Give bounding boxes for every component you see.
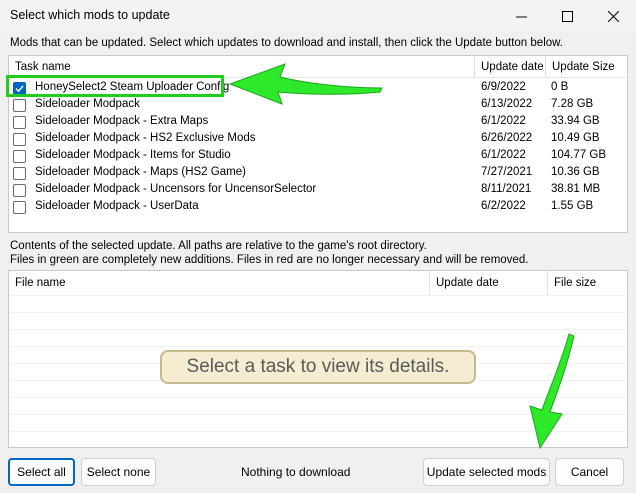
task-row[interactable]: Sideloader Modpack - Maps (HS2 Game) 7/2… <box>9 165 627 182</box>
task-name: Sideloader Modpack <box>35 98 140 110</box>
task-checkbox[interactable] <box>13 99 26 112</box>
task-checkbox[interactable] <box>13 184 26 197</box>
task-size: 10.36 GB <box>551 166 600 178</box>
task-size: 7.28 GB <box>551 98 594 110</box>
task-row[interactable]: Sideloader Modpack - Extra Maps 6/1/2022… <box>9 114 627 131</box>
divider <box>9 295 627 296</box>
details-text-line1: Contents of the selected update. All pat… <box>10 240 427 252</box>
task-row[interactable]: Sideloader Modpack - Uncensors for Uncen… <box>9 182 627 199</box>
task-row[interactable]: Sideloader Modpack 6/13/2022 7.28 GB <box>9 97 627 114</box>
minimize-button[interactable] <box>498 0 544 32</box>
task-size: 1.55 GB <box>551 200 594 212</box>
cancel-button[interactable]: Cancel <box>555 458 624 486</box>
divider <box>9 329 627 330</box>
divider <box>9 397 627 398</box>
maximize-button[interactable] <box>544 0 590 32</box>
select-none-button[interactable]: Select none <box>81 458 156 486</box>
intro-text: Mods that can be updated. Select which u… <box>10 37 564 49</box>
task-name: Sideloader Modpack - UserData <box>35 200 199 212</box>
divider <box>9 312 627 313</box>
task-checkbox[interactable] <box>13 167 26 180</box>
close-icon <box>607 10 619 22</box>
divider <box>9 346 627 347</box>
status-text: Nothing to download <box>241 465 351 479</box>
task-row[interactable]: Sideloader Modpack - UserData 6/2/2022 1… <box>9 199 627 216</box>
column-header-file-update-date[interactable]: Update date <box>429 271 547 295</box>
task-name: Sideloader Modpack - Uncensors for Uncen… <box>35 183 317 195</box>
task-row[interactable]: Sideloader Modpack - HS2 Exclusive Mods … <box>9 131 627 148</box>
task-name: Sideloader Modpack - Items for Studio <box>35 149 231 161</box>
task-date: 6/13/2022 <box>481 98 533 110</box>
task-checkbox[interactable] <box>13 201 26 214</box>
annotation-highlight-box <box>6 75 224 97</box>
task-date: 7/27/2021 <box>481 166 533 178</box>
task-date: 6/1/2022 <box>481 149 526 161</box>
minimize-icon <box>515 16 527 17</box>
task-checkbox[interactable] <box>13 116 26 129</box>
update-selected-button[interactable]: Update selected mods <box>423 458 550 486</box>
task-date: 6/9/2022 <box>481 81 526 93</box>
task-size: 104.77 GB <box>551 149 606 161</box>
task-size: 33.94 GB <box>551 115 600 127</box>
task-date: 8/11/2021 <box>481 183 532 195</box>
task-date: 6/2/2022 <box>481 200 526 212</box>
column-header-file-size[interactable]: File size <box>547 271 627 295</box>
task-checkbox[interactable] <box>13 133 26 146</box>
task-name: Sideloader Modpack - Extra Maps <box>35 115 209 127</box>
task-size: 38.81 MB <box>551 183 601 195</box>
close-button[interactable] <box>590 0 636 32</box>
column-header-file-name[interactable]: File name <box>9 271 429 295</box>
empty-details-message: Select a task to view its details. <box>160 350 476 384</box>
column-header-update-date[interactable]: Update date <box>474 56 545 78</box>
task-row[interactable]: Sideloader Modpack - Items for Studio 6/… <box>9 148 627 165</box>
task-date: 6/26/2022 <box>481 132 533 144</box>
divider <box>9 431 627 432</box>
divider <box>9 414 627 415</box>
column-header-update-size[interactable]: Update Size <box>545 56 627 78</box>
window-title: Select which mods to update <box>10 8 170 22</box>
task-checkbox[interactable] <box>13 150 26 163</box>
task-date: 6/1/2022 <box>481 115 526 127</box>
task-name: Sideloader Modpack - Maps (HS2 Game) <box>35 166 246 178</box>
maximize-icon <box>561 10 573 22</box>
details-text-line2: Files in green are completely new additi… <box>10 254 529 266</box>
select-all-button[interactable]: Select all <box>8 458 75 486</box>
task-name: Sideloader Modpack - HS2 Exclusive Mods <box>35 132 256 144</box>
task-size: 10.49 GB <box>551 132 600 144</box>
task-size: 0 B <box>551 81 569 93</box>
